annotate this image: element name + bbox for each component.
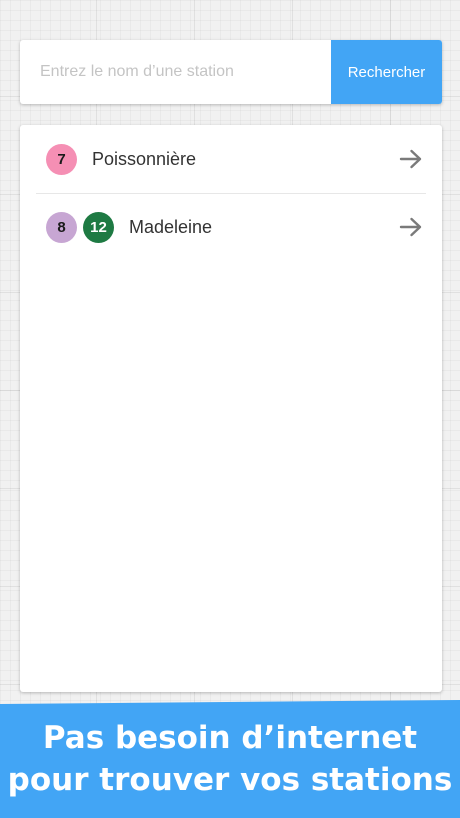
station-search-input[interactable] [20,40,331,104]
banner-headline-line2: pour trouver vos stations [7,762,453,798]
station-name: Poissonnière [92,148,197,169]
station-name: Madeleine [129,216,213,237]
promo-banner: Pas besoin d’internet pour trouver vos s… [0,700,460,818]
station-list: 7 Poissonnière 8 12 Madeleine [20,125,442,692]
line-badge: 7 [46,143,77,175]
search-button[interactable]: Rechercher [331,40,442,104]
arrow-right-icon[interactable] [398,214,424,240]
line-badge: 8 [46,211,77,243]
station-row-poissonniere[interactable]: 7 Poissonnière [20,125,442,193]
arrow-right-icon[interactable] [398,146,424,172]
line-badge: 12 [83,211,114,243]
banner-headline-line1: Pas besoin d’internet [42,720,418,756]
search-bar: Rechercher [20,40,442,104]
station-row-madeleine[interactable]: 8 12 Madeleine [20,193,442,261]
